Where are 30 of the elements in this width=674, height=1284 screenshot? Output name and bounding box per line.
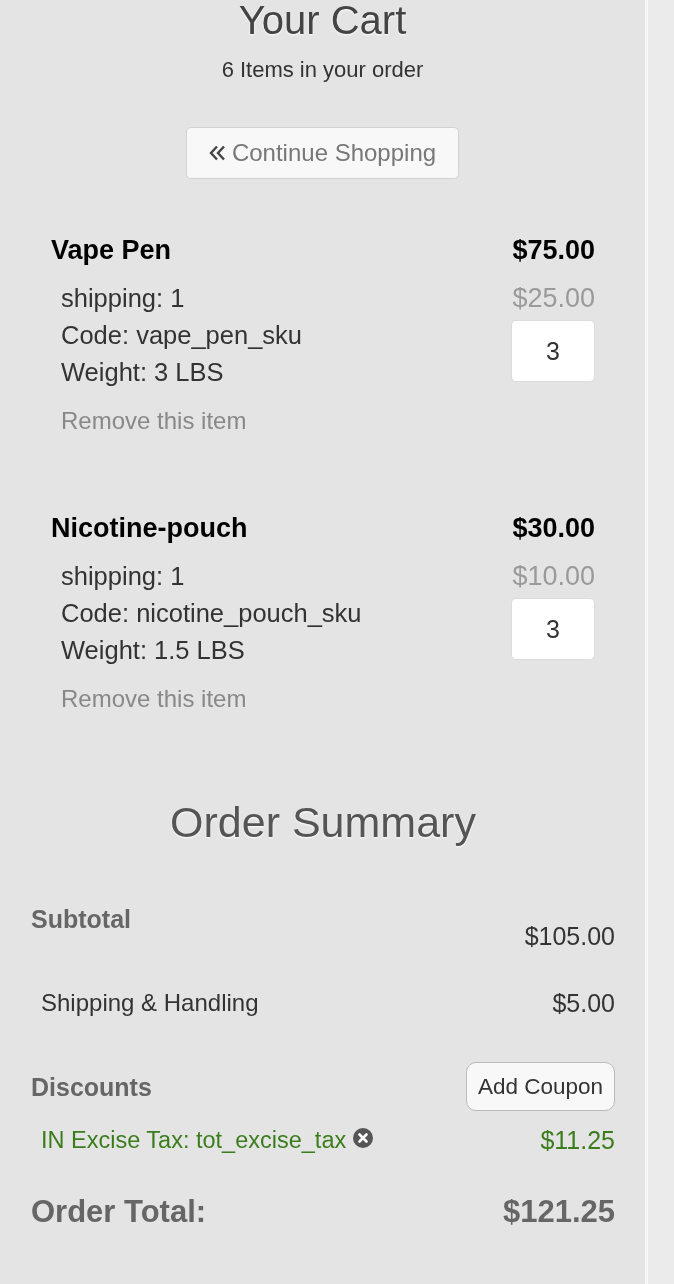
close-circle-icon[interactable]: [353, 1128, 374, 1148]
summary-title: Order Summary: [169, 797, 477, 847]
shipping-label: Shipping & Handling: [41, 988, 259, 1018]
add-coupon-button[interactable]: Add Coupon: [466, 1062, 615, 1111]
product-detail: Code: nicotine_pouch_sku: [61, 598, 362, 629]
product-name: Vape Pen: [51, 234, 172, 267]
subtotal-value: $105.00: [524, 921, 615, 951]
discount-value: $11.25: [540, 1125, 615, 1155]
item-count-text: 6 Items in your order: [220, 56, 425, 84]
discount-label: IN Excise Tax: tot_excise_tax: [41, 1126, 347, 1155]
double-chevron-icon: [208, 145, 226, 161]
product-detail: shipping: 1: [61, 283, 185, 314]
quantity-field[interactable]: 3: [511, 598, 595, 660]
product-price: $30.00: [512, 512, 595, 545]
subtotal-label: Subtotal: [31, 904, 131, 934]
product-detail: Weight: 3 LBS: [61, 357, 224, 388]
product-detail: Code: vape_pen_sku: [61, 320, 303, 351]
unit-price: $10.00: [512, 560, 595, 593]
shipping-value: $5.00: [552, 988, 615, 1018]
cart-title: Your Cart: [237, 0, 408, 42]
product-name: Nicotine-pouch: [51, 512, 248, 545]
continue-shopping-button[interactable]: Continue Shopping: [186, 127, 459, 179]
product-detail: Weight: 1.5 LBS: [61, 635, 245, 666]
total-label: Order Total:: [31, 1193, 207, 1231]
total-value: $121.25: [502, 1193, 615, 1231]
product-detail: shipping: 1: [61, 561, 185, 592]
quantity-field[interactable]: 3: [511, 320, 595, 382]
unit-price: $25.00: [512, 282, 595, 315]
discounts-label: Discounts: [31, 1071, 152, 1102]
product-price: $75.00: [512, 234, 595, 267]
